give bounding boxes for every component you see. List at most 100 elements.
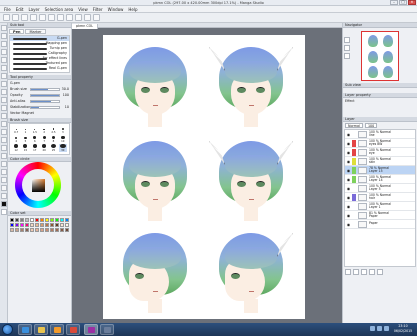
taskbar-media[interactable] (50, 324, 64, 335)
color-swatch[interactable] (30, 218, 34, 222)
menu-file[interactable]: File (4, 7, 11, 12)
eyedropper-tool-icon[interactable] (1, 73, 7, 79)
color-swatch[interactable] (50, 223, 54, 227)
color-swatch[interactable] (10, 223, 14, 227)
brush-size-preset[interactable]: 30 (58, 144, 67, 152)
new-raster-layer-icon[interactable] (345, 269, 351, 275)
zoom-tool-icon[interactable] (1, 25, 7, 31)
visibility-eye-icon[interactable]: ◉ (346, 204, 351, 209)
volume-icon[interactable] (377, 326, 382, 331)
close-button[interactable]: ✕ (408, 0, 416, 5)
layer-row[interactable]: ◉ 100 % Normal line (345, 130, 415, 139)
color-swatch[interactable] (15, 228, 19, 232)
brush-size-preset[interactable]: 0.7 (12, 126, 20, 134)
color-swatch[interactable] (25, 218, 29, 222)
brush-tool-icon[interactable] (1, 97, 7, 103)
deselect-icon[interactable] (75, 14, 82, 21)
menu-edit[interactable]: Edit (16, 7, 24, 12)
menu-window[interactable]: Window (108, 7, 124, 12)
transform-icon[interactable] (66, 14, 73, 21)
color-swatch[interactable] (20, 223, 24, 227)
new-vector-layer-icon[interactable] (353, 269, 359, 275)
color-swatch[interactable] (45, 223, 49, 227)
color-swatch[interactable] (60, 228, 64, 232)
layer-opacity-field[interactable]: 100 (364, 123, 378, 128)
sub-tool-item[interactable]: Real G-pen (10, 66, 69, 71)
color-swatch[interactable] (60, 223, 64, 227)
color-swatch[interactable] (40, 228, 44, 232)
opacity-slider[interactable] (30, 93, 60, 97)
vector-magnet-row[interactable]: Vector Magnet (8, 110, 71, 116)
minimize-button[interactable]: – (390, 0, 398, 5)
open-file-icon[interactable] (12, 14, 19, 21)
layer-row[interactable]: ◉ 100 % Normal hair (345, 193, 415, 202)
layer-row[interactable]: ◉ Paper (345, 220, 415, 229)
zoom-out-icon[interactable] (344, 45, 350, 51)
color-swatch[interactable] (25, 228, 29, 232)
color-swatch[interactable] (55, 218, 59, 222)
color-swatch[interactable] (50, 228, 54, 232)
color-swatch[interactable] (35, 218, 39, 222)
brush-size-preset[interactable]: 2 (40, 126, 48, 134)
taskbar-explorer[interactable] (34, 324, 48, 335)
brush-size-preset[interactable]: 2.5 (49, 126, 57, 134)
navigator-preview[interactable] (361, 31, 399, 81)
rotate-icon[interactable] (344, 53, 350, 59)
merge-layer-icon[interactable] (369, 269, 375, 275)
brush-size-preset[interactable]: 20 (40, 144, 48, 152)
canvas-tab[interactable]: pkmn COL (72, 24, 99, 29)
anti-alias-slider[interactable] (30, 99, 60, 103)
layer-row[interactable]: ◉ 81 % Normal Paper (345, 211, 415, 220)
selection-tool-icon[interactable] (1, 57, 7, 63)
menu-filter[interactable]: Filter (93, 7, 103, 12)
hand-tool-icon[interactable] (1, 33, 7, 39)
sub-color-swatch[interactable] (1, 209, 7, 215)
delete-layer-icon[interactable] (377, 269, 383, 275)
menu-selection-area[interactable]: Selection area (45, 7, 74, 12)
color-swatch[interactable] (50, 218, 54, 222)
menu-layer[interactable]: Layer (28, 7, 39, 12)
tab-marker[interactable]: Marker (25, 29, 46, 34)
brush-size-preset[interactable]: 5 (21, 135, 29, 143)
new-folder-icon[interactable] (361, 269, 367, 275)
brush-size-preset[interactable]: 3 (59, 126, 67, 134)
tab-pen[interactable]: Pen (9, 29, 25, 34)
taskbar-manga-studio[interactable] (84, 324, 98, 335)
visibility-eye-icon[interactable]: ◉ (346, 213, 351, 218)
visibility-eye-icon[interactable]: ◉ (346, 168, 351, 173)
figure-tool-icon[interactable] (1, 153, 7, 159)
taskbar-ie[interactable] (18, 324, 32, 335)
layer-row[interactable]: ◉ 100 % Normal eyes BW (345, 139, 415, 148)
fill-tool-icon[interactable] (1, 137, 7, 143)
visibility-eye-icon[interactable]: ◉ (346, 150, 351, 155)
move-layer-tool-icon[interactable] (1, 49, 7, 55)
gradient-tool-icon[interactable] (1, 145, 7, 151)
brush-size-preset[interactable]: 8 (49, 135, 57, 143)
layer-row[interactable]: ◉ 100 % Normal skin (345, 157, 415, 166)
color-swatch[interactable] (35, 223, 39, 227)
visibility-eye-icon[interactable]: ◉ (346, 195, 351, 200)
network-icon[interactable] (370, 326, 375, 331)
main-color-swatch[interactable] (1, 201, 7, 207)
layer-row[interactable]: ◉ 78 % Normal Layer 15 (345, 166, 415, 175)
clear-icon[interactable] (48, 14, 55, 21)
brush-size-preset[interactable]: 12 (12, 144, 20, 152)
visibility-eye-icon[interactable]: ◉ (346, 132, 351, 137)
auto-select-tool-icon[interactable] (1, 65, 7, 71)
color-swatch[interactable] (65, 218, 69, 222)
new-file-icon[interactable] (3, 14, 10, 21)
layer-row[interactable]: ◉ 100 % Normal Layer 14 (345, 175, 415, 184)
color-swatch[interactable] (35, 228, 39, 232)
ruler-icon[interactable] (93, 14, 100, 21)
layer-row[interactable]: ◉ 100 % Normal Layer 1 (345, 202, 415, 211)
text-tool-icon[interactable] (1, 177, 7, 183)
color-swatch[interactable] (10, 218, 14, 222)
taskbar-chrome[interactable] (66, 324, 80, 335)
clock[interactable]: 23:10 06/02/2015 (391, 324, 415, 334)
brush-size-preset[interactable]: 15 (21, 144, 29, 152)
zoom-in-icon[interactable] (344, 37, 350, 43)
visibility-eye-icon[interactable]: ◉ (346, 177, 351, 182)
frame-tool-icon[interactable] (1, 161, 7, 167)
stabilization-slider[interactable] (30, 105, 60, 109)
visibility-eye-icon[interactable]: ◉ (346, 186, 351, 191)
